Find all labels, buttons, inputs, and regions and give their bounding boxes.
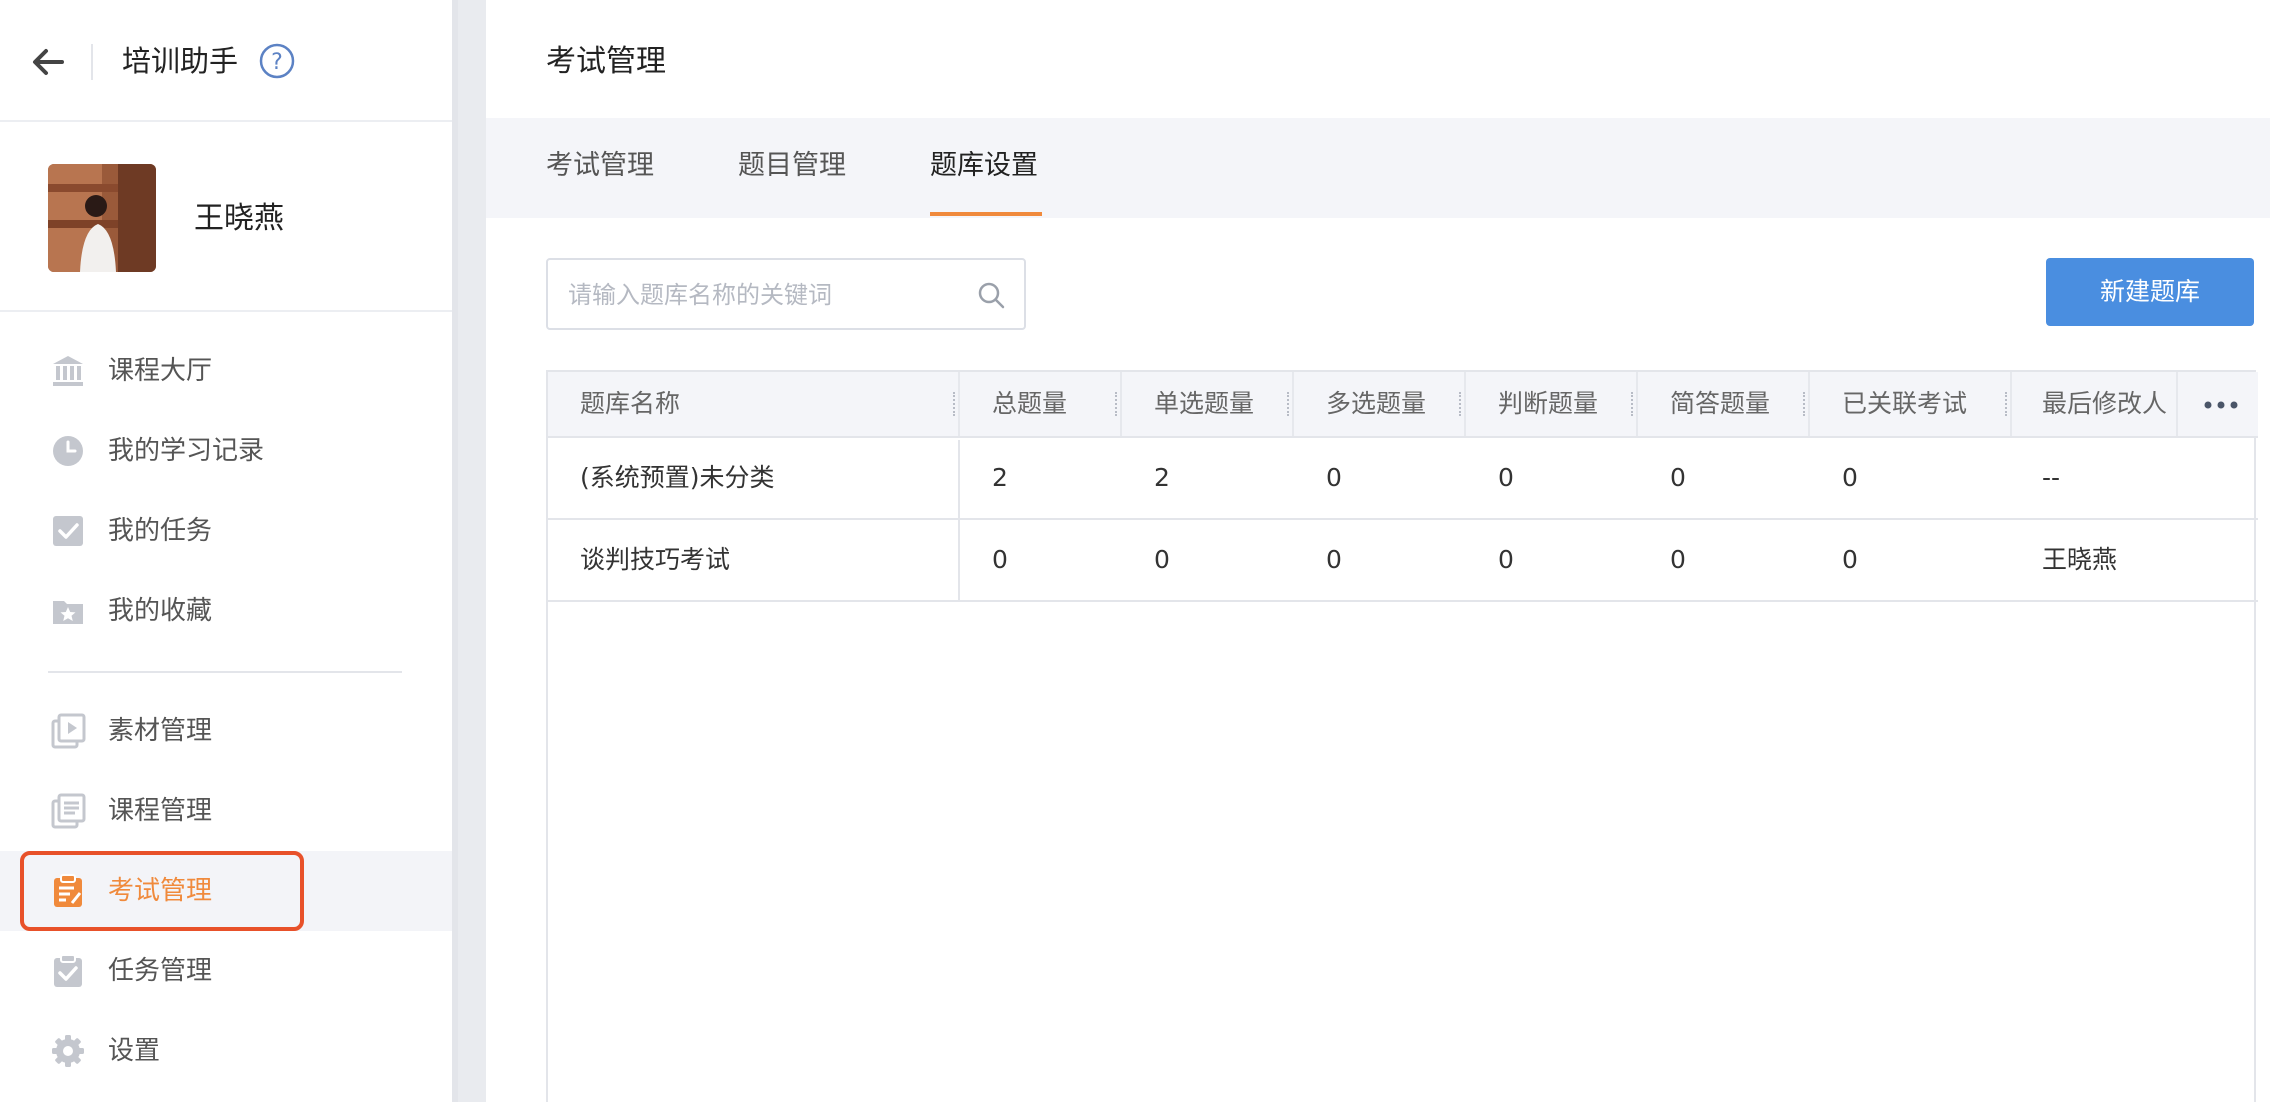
cell-true-false: 0 <box>1498 545 1514 574</box>
nav-label: 课程大厅 <box>108 356 213 386</box>
back-arrow-icon[interactable] <box>28 42 68 82</box>
clock-icon <box>53 436 83 466</box>
nav-item-my-tasks[interactable]: 我的任务 <box>0 491 452 571</box>
active-tab-indicator <box>930 212 1042 216</box>
column-resize-handle[interactable] <box>1459 392 1463 416</box>
course-list-icon <box>51 793 86 829</box>
nav-label: 设置 <box>108 1036 161 1066</box>
column-header-multi-choice[interactable]: 多选题量 <box>1326 372 1426 436</box>
sidebar: 培训助手 ? 王晓燕 课程大厅 我的学习记录 我的任务 我的收藏 素材管理 课程… <box>0 0 452 1102</box>
nav-item-favorites[interactable]: 我的收藏 <box>0 571 452 651</box>
cell-short-answer: 0 <box>1670 545 1686 574</box>
first-column-divider <box>958 440 960 602</box>
table-header: 题库名称 总题量 单选题量 多选题量 判断题量 简答题量 已关联考试 最后修改人 <box>548 372 2258 438</box>
nav-divider <box>48 671 402 673</box>
task-clipboard-icon <box>54 954 82 987</box>
tab-question-management[interactable]: 题目管理 <box>738 144 846 188</box>
column-divider <box>1120 372 1122 436</box>
column-resize-handle[interactable] <box>1803 392 1807 416</box>
search-box[interactable] <box>546 258 1026 330</box>
column-resize-handle[interactable] <box>1115 392 1119 416</box>
nav-label: 我的任务 <box>108 516 213 546</box>
nav-label: 我的收藏 <box>108 596 213 626</box>
user-profile: 王晓燕 <box>0 124 452 312</box>
cell-last-modifier: -- <box>2042 463 2061 492</box>
more-icon[interactable] <box>2198 390 2244 420</box>
cell-multi-choice: 0 <box>1326 463 1342 492</box>
column-resize-handle[interactable] <box>2005 392 2009 416</box>
column-header-single-choice[interactable]: 单选题量 <box>1154 372 1254 436</box>
cell-total: 2 <box>992 463 1008 492</box>
avatar[interactable] <box>48 164 156 272</box>
nav-item-settings[interactable]: 设置 <box>0 1011 452 1091</box>
nav-label: 素材管理 <box>108 716 213 746</box>
table-row[interactable]: (系统预置)未分类 2 2 0 0 0 0 -- <box>548 438 2258 520</box>
highlight-outline <box>20 851 304 931</box>
column-resize-handle[interactable] <box>953 392 957 416</box>
search-icon[interactable] <box>976 280 1006 310</box>
question-bank-table: 题库名称 总题量 单选题量 多选题量 判断题量 简答题量 已关联考试 最后修改人 <box>546 370 2258 1102</box>
header-divider <box>91 44 93 80</box>
nav-item-course-management[interactable]: 课程管理 <box>0 771 452 851</box>
column-divider <box>2010 372 2012 436</box>
sidebar-header: 培训助手 ? <box>0 0 452 122</box>
app-title: 培训助手 <box>122 44 239 78</box>
cell-short-answer: 0 <box>1670 463 1686 492</box>
column-divider <box>1636 372 1638 436</box>
user-name: 王晓燕 <box>194 201 284 236</box>
main-content: 考试管理 考试管理 题目管理 题库设置 新建题库 题库名称 总题量 单选题量 多… <box>486 0 2270 1102</box>
column-header-last-modifier[interactable]: 最后修改人 <box>2042 372 2167 436</box>
cell-single-choice: 2 <box>1154 463 1170 492</box>
video-icon <box>51 713 86 749</box>
column-divider <box>1292 372 1294 436</box>
column-header-linked-exams[interactable]: 已关联考试 <box>1842 372 1967 436</box>
column-header-total[interactable]: 总题量 <box>992 372 1067 436</box>
nav-item-learning-records[interactable]: 我的学习记录 <box>0 411 452 491</box>
sidebar-border <box>452 0 458 1102</box>
bank-icon <box>53 356 83 386</box>
column-header-true-false[interactable]: 判断题量 <box>1498 372 1598 436</box>
search-input[interactable] <box>568 276 948 314</box>
nav-item-course-hall[interactable]: 课程大厅 <box>0 331 452 411</box>
table-row[interactable]: 谈判技巧考试 0 0 0 0 0 0 王晓燕 <box>548 520 2258 602</box>
tab-question-bank-settings[interactable]: 题库设置 <box>930 144 1038 188</box>
column-resize-handle[interactable] <box>1631 392 1635 416</box>
nav-label: 我的学习记录 <box>108 436 265 466</box>
nav-item-material-management[interactable]: 素材管理 <box>0 691 452 771</box>
tab-bar: 考试管理 题目管理 题库设置 <box>486 118 2270 218</box>
nav-label: 任务管理 <box>108 956 213 986</box>
column-resize-handle[interactable] <box>1287 392 1291 416</box>
column-divider <box>958 372 960 436</box>
column-divider <box>2176 372 2178 436</box>
cell-name[interactable]: (系统预置)未分类 <box>580 438 775 518</box>
column-header-short-answer[interactable]: 简答题量 <box>1670 372 1770 436</box>
cell-linked-exams: 0 <box>1842 545 1858 574</box>
cell-multi-choice: 0 <box>1326 545 1342 574</box>
cell-linked-exams: 0 <box>1842 463 1858 492</box>
cell-last-modifier: 王晓燕 <box>2042 545 2118 574</box>
tab-exam-management[interactable]: 考试管理 <box>546 144 654 188</box>
column-divider <box>1464 372 1466 436</box>
nav-label: 课程管理 <box>108 796 213 826</box>
cell-total: 0 <box>992 545 1008 574</box>
svg-text:?: ? <box>271 50 283 75</box>
gear-icon <box>52 1035 84 1067</box>
column-header-name[interactable]: 题库名称 <box>580 372 680 436</box>
new-question-bank-button[interactable]: 新建题库 <box>2046 258 2254 326</box>
cell-name[interactable]: 谈判技巧考试 <box>580 520 730 600</box>
star-folder-icon <box>53 601 83 624</box>
cell-single-choice: 0 <box>1154 545 1170 574</box>
column-divider <box>1808 372 1810 436</box>
nav-item-task-management[interactable]: 任务管理 <box>0 931 452 1011</box>
cell-true-false: 0 <box>1498 463 1514 492</box>
page-title: 考试管理 <box>546 44 666 79</box>
help-icon[interactable]: ? <box>259 43 295 79</box>
checkbox-icon <box>53 516 83 546</box>
